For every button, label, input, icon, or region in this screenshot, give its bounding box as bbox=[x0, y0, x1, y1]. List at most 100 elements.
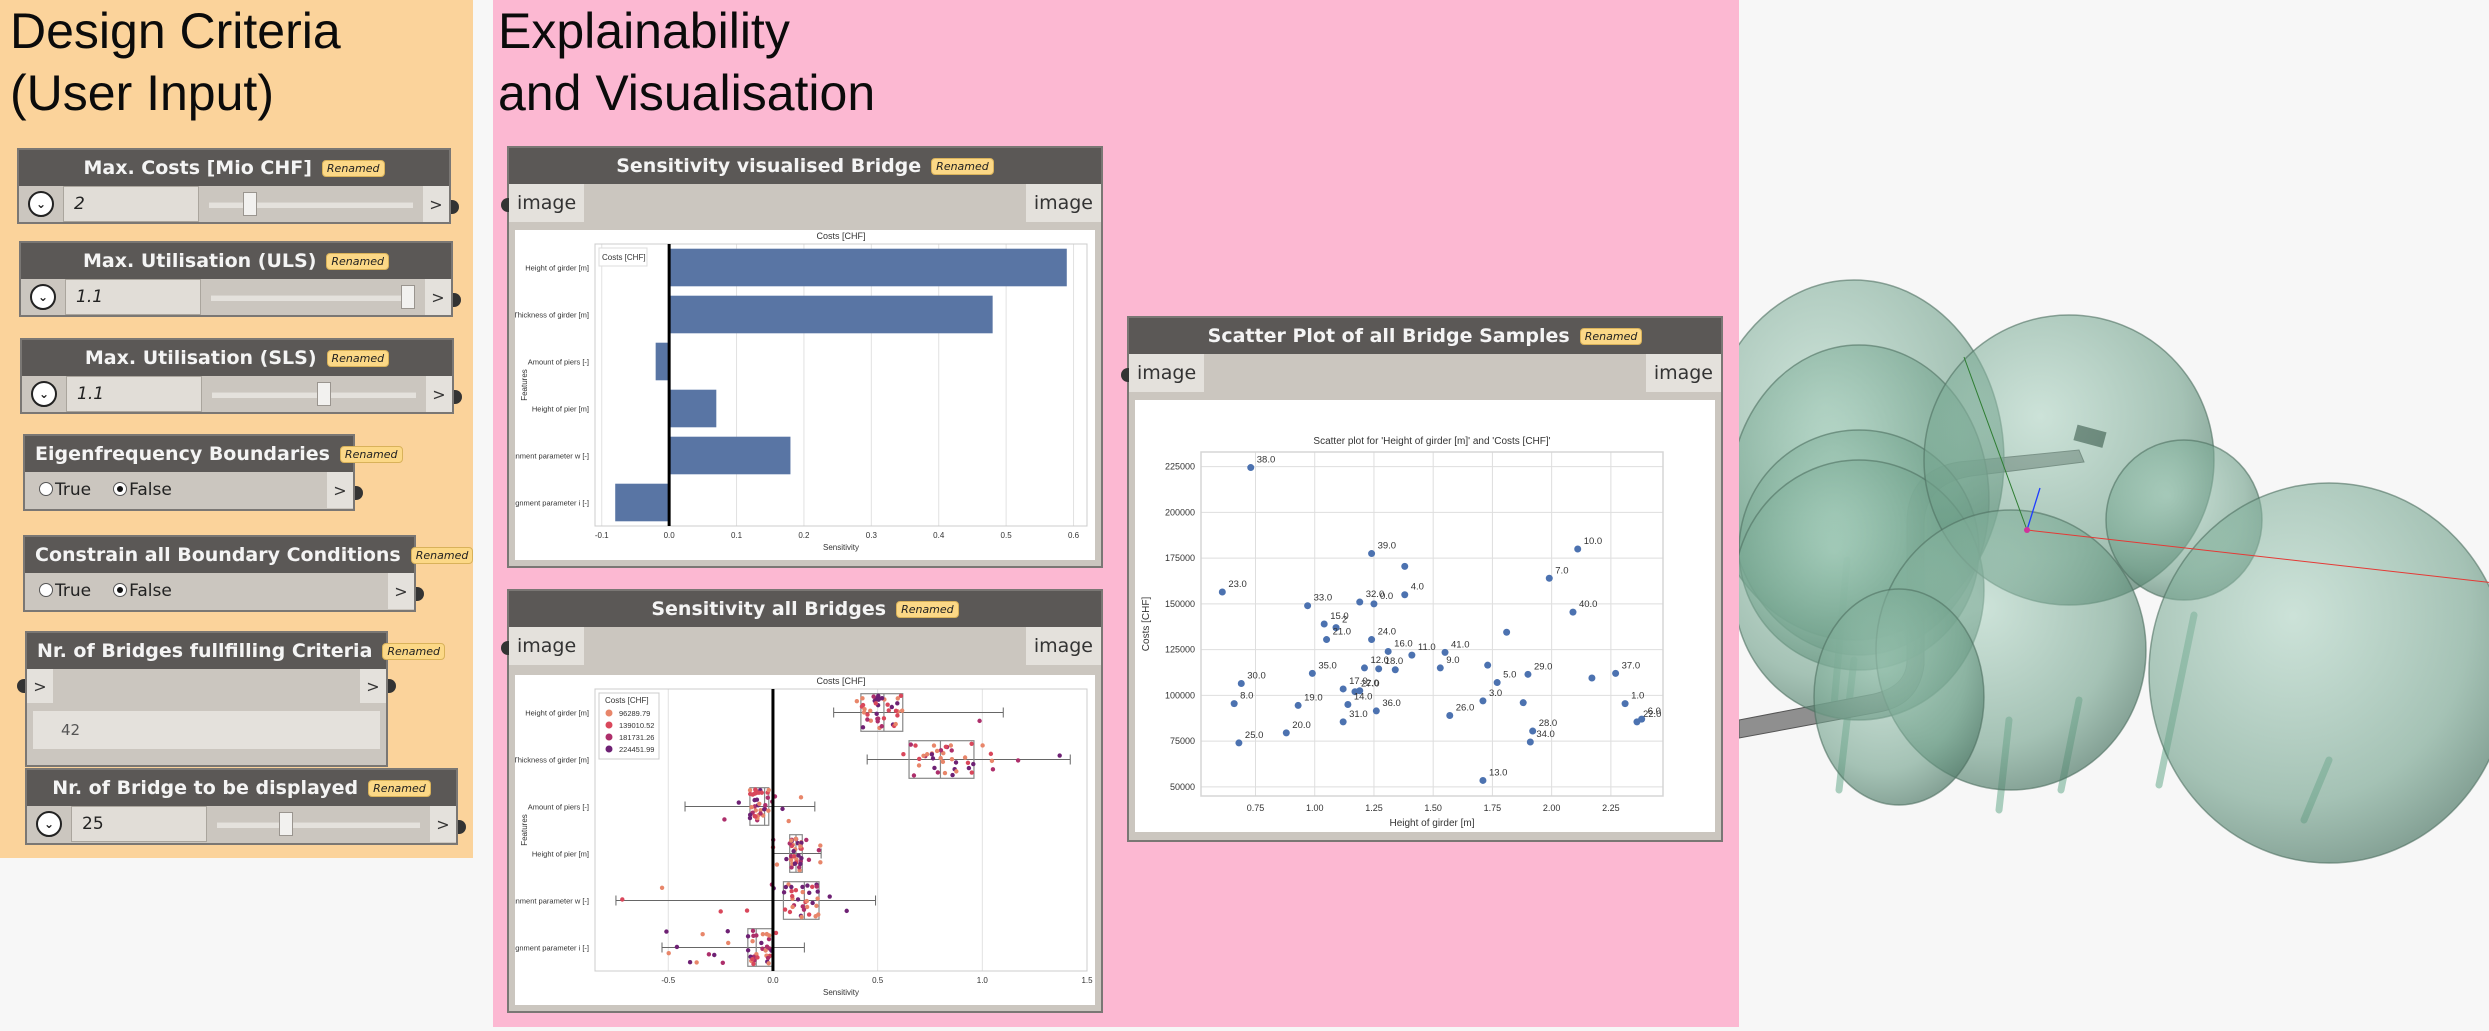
node-header[interactable]: Max. Utilisation (SLS) Renamed bbox=[22, 340, 452, 376]
node-header[interactable]: Nr. of Bridge to be displayed Renamed bbox=[27, 770, 456, 806]
expand-button[interactable]: ⌄ bbox=[22, 376, 66, 412]
swarm-point bbox=[860, 702, 866, 708]
radio-false[interactable]: False bbox=[113, 581, 172, 601]
node-nr-fulfilling[interactable]: Nr. of Bridges fullfilling Criteria Rena… bbox=[17, 631, 445, 767]
3d-viewport[interactable] bbox=[1703, 0, 2489, 1027]
radio-button-icon[interactable] bbox=[39, 583, 53, 597]
point-label: 3.0 bbox=[1489, 688, 1502, 699]
swarm-point bbox=[791, 854, 797, 859]
radio-true[interactable]: True bbox=[39, 480, 91, 500]
scatter-point bbox=[1588, 674, 1596, 682]
node-max-costs[interactable]: Max. Costs [Mio CHF] Renamed ⌄ 2 > bbox=[17, 148, 459, 224]
slider-thumb[interactable] bbox=[279, 812, 294, 836]
bridge-3d-model[interactable] bbox=[1703, 0, 2489, 1027]
node-max-uls[interactable]: Max. Utilisation (ULS) Renamed ⌄ 1.1 > bbox=[19, 241, 461, 317]
node-nr-displayed[interactable]: Nr. of Bridge to be displayed Renamed ⌄ … bbox=[25, 768, 466, 845]
swarm-point bbox=[931, 743, 937, 748]
swarm-point bbox=[854, 698, 860, 704]
slider-thumb[interactable] bbox=[401, 285, 415, 309]
bar bbox=[615, 483, 670, 522]
node-header[interactable]: Nr. of Bridges fullfilling Criteria Rena… bbox=[27, 633, 445, 669]
swarm-point bbox=[784, 856, 789, 862]
point-label: 0.0 bbox=[1380, 591, 1393, 602]
node-header[interactable]: Sensitivity visualised Bridge Renamed bbox=[509, 148, 1101, 184]
node-header[interactable]: Sensitivity all Bridges Renamed bbox=[509, 591, 1101, 627]
expand-button[interactable]: ⌄ bbox=[21, 279, 65, 315]
point-label: 8.0 bbox=[1240, 691, 1253, 702]
output-port-label[interactable]: > bbox=[430, 806, 456, 842]
slider[interactable] bbox=[201, 279, 425, 315]
swarm-point bbox=[786, 818, 791, 824]
slider[interactable] bbox=[199, 186, 423, 222]
output-port-label[interactable]: image bbox=[1025, 184, 1101, 222]
radio-button-icon[interactable] bbox=[39, 482, 53, 496]
radio-false[interactable]: False bbox=[113, 480, 172, 500]
output-port-label[interactable]: > bbox=[327, 472, 353, 508]
node-max-sls[interactable]: Max. Utilisation (SLS) Renamed ⌄ 1.1 > bbox=[20, 338, 462, 414]
chevron-down-icon: ⌄ bbox=[36, 811, 62, 837]
input-port-label[interactable]: image bbox=[509, 627, 585, 665]
swarm-point bbox=[700, 932, 705, 937]
y-tick-label: Amount of piers [-] bbox=[528, 803, 589, 812]
renamed-badge: Renamed bbox=[326, 349, 390, 367]
legend-title: Costs [CHF] bbox=[605, 696, 649, 705]
y-tick-label: Height of girder [m] bbox=[525, 709, 589, 718]
input-port[interactable] bbox=[1121, 368, 1129, 382]
swarm-point bbox=[763, 948, 768, 953]
node-scatter[interactable]: Scatter Plot of all Bridge Samples Renam… bbox=[1121, 316, 1723, 842]
output-port-label[interactable]: > bbox=[360, 669, 386, 703]
swarm-point bbox=[758, 811, 763, 816]
swarm-point bbox=[895, 713, 900, 718]
output-port-label[interactable]: image bbox=[1025, 627, 1101, 665]
scatter-point bbox=[1519, 699, 1527, 707]
value-input[interactable]: 1.1 bbox=[66, 376, 202, 412]
input-port-label[interactable]: image bbox=[1129, 354, 1205, 392]
swarm-point bbox=[789, 838, 794, 843]
output-port-label[interactable]: > bbox=[426, 376, 452, 412]
radio-true[interactable]: True bbox=[39, 581, 91, 601]
input-port-label[interactable]: image bbox=[509, 184, 585, 222]
swarm-point bbox=[804, 837, 809, 843]
input-port[interactable] bbox=[501, 198, 509, 212]
scatter-point bbox=[1503, 628, 1511, 636]
x-tick-label: 0.0 bbox=[664, 531, 676, 540]
node-sensitivity-all[interactable]: Sensitivity all Bridges Renamed image im… bbox=[501, 589, 1103, 1013]
swarm-point bbox=[815, 889, 820, 894]
input-port-label[interactable]: > bbox=[27, 669, 53, 703]
node-header[interactable]: Eigenfrequency Boundaries Renamed bbox=[25, 436, 403, 472]
input-port[interactable] bbox=[501, 641, 509, 655]
expand-button[interactable]: ⌄ bbox=[19, 186, 63, 222]
input-port[interactable] bbox=[17, 679, 25, 693]
node-eigenfrequency[interactable]: Eigenfrequency Boundaries Renamed True F… bbox=[23, 434, 403, 511]
slider[interactable] bbox=[202, 376, 426, 412]
node-header[interactable]: Scatter Plot of all Bridge Samples Renam… bbox=[1129, 318, 1721, 354]
value-input[interactable]: 25 bbox=[71, 806, 207, 842]
radio-button-selected-icon[interactable] bbox=[113, 482, 128, 496]
swarm-point bbox=[916, 763, 922, 768]
node-sensitivity-bridge[interactable]: Sensitivity visualised Bridge Renamed im… bbox=[501, 146, 1103, 568]
value-input[interactable]: 2 bbox=[63, 186, 199, 222]
scatter-point bbox=[1304, 602, 1312, 610]
swarm-point bbox=[868, 708, 873, 714]
radio-button-selected-icon[interactable] bbox=[113, 583, 128, 597]
x-tick-label: 0.75 bbox=[1247, 803, 1265, 813]
output-port-label[interactable]: > bbox=[425, 279, 451, 315]
swarm-point bbox=[765, 955, 771, 961]
expand-button[interactable]: ⌄ bbox=[27, 806, 71, 842]
swarm-point bbox=[860, 696, 865, 701]
y-tick-label: Height of pier [m] bbox=[532, 405, 589, 414]
output-port-label[interactable]: > bbox=[388, 573, 414, 609]
node-header[interactable]: Constrain all Boundary Conditions Rename… bbox=[25, 537, 474, 573]
output-port-label[interactable]: > bbox=[423, 186, 449, 222]
node-constrain-bc[interactable]: Constrain all Boundary Conditions Rename… bbox=[23, 535, 474, 612]
slider[interactable] bbox=[207, 806, 430, 842]
node-header[interactable]: Max. Costs [Mio CHF] Renamed bbox=[19, 150, 449, 186]
slider-thumb[interactable] bbox=[316, 382, 331, 406]
node-header[interactable]: Max. Utilisation (ULS) Renamed bbox=[21, 243, 451, 279]
slider-thumb[interactable] bbox=[243, 192, 258, 216]
value-input[interactable]: 1.1 bbox=[65, 279, 201, 315]
swarm-point bbox=[950, 772, 955, 778]
bar bbox=[669, 248, 1067, 287]
output-port-label[interactable]: image bbox=[1645, 354, 1721, 392]
x-axis-label: Sensitivity bbox=[823, 543, 859, 552]
